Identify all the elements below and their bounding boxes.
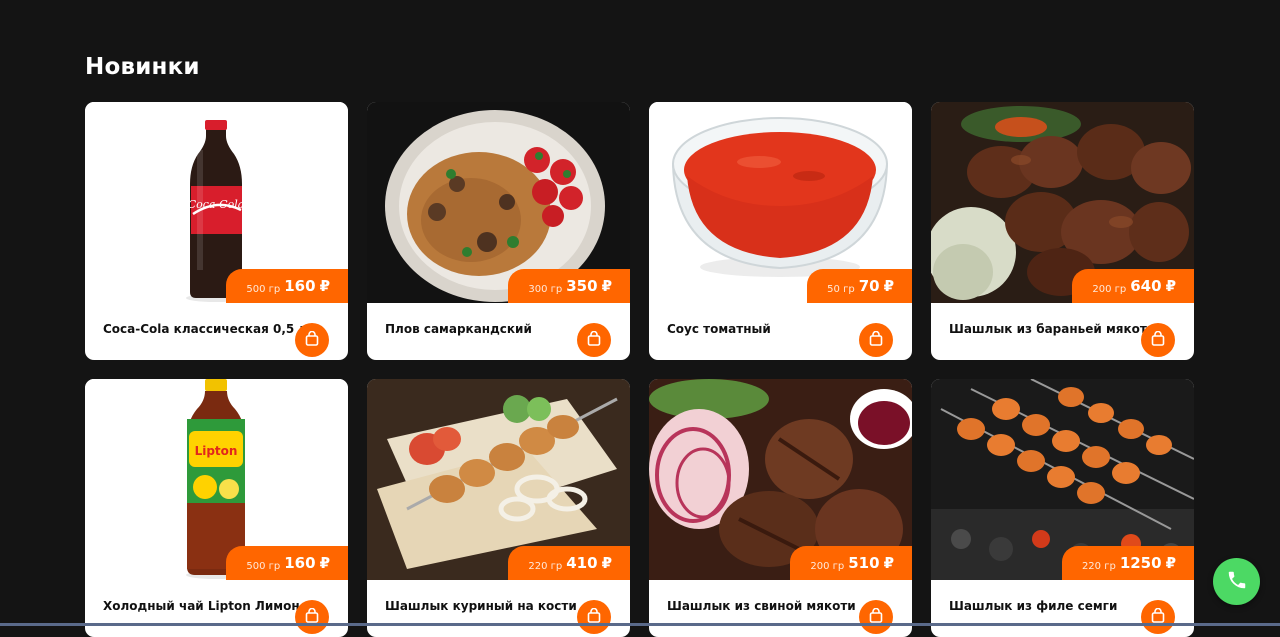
- product-card[interactable]: 300 гр 350 ₽ Плов самаркандский: [367, 102, 630, 360]
- price-tag: 220 гр 410 ₽: [508, 546, 630, 580]
- product-weight: 200 гр: [810, 561, 845, 572]
- product-card[interactable]: Coca-Cola 500 гр 160 ₽ Coca-Cola классич…: [85, 102, 348, 360]
- add-to-cart-button[interactable]: [1141, 600, 1175, 634]
- product-card[interactable]: 50 гр 70 ₽ Соус томатный: [649, 102, 912, 360]
- product-weight: 220 гр: [528, 561, 563, 572]
- product-card[interactable]: 220 гр 1250 ₽ Шашлык из филе семги: [931, 379, 1194, 637]
- svg-text:Lipton: Lipton: [195, 444, 238, 458]
- product-card[interactable]: 200 гр 510 ₽ Шашлык из свиной мякоти: [649, 379, 912, 637]
- section-title: Новинки: [85, 54, 200, 80]
- product-price: 1250: [1119, 554, 1162, 572]
- product-name[interactable]: Шашлык из филе семги: [949, 599, 1139, 613]
- add-to-cart-button[interactable]: [577, 600, 611, 634]
- price-tag: 200 гр 510 ₽: [790, 546, 912, 580]
- product-grid: Coca-Cola 500 гр 160 ₽ Coca-Cola классич…: [85, 102, 1194, 637]
- shopping-bag-icon: [1151, 330, 1165, 350]
- product-price: 160: [284, 277, 316, 295]
- product-name[interactable]: Соус томатный: [667, 322, 857, 336]
- price-tag: 500 гр 160 ₽: [226, 269, 348, 303]
- product-weight: 300 гр: [528, 284, 563, 295]
- add-to-cart-button[interactable]: [295, 323, 329, 357]
- product-weight: 220 гр: [1081, 561, 1116, 572]
- price-tag: 220 гр 1250 ₽: [1061, 546, 1194, 580]
- shopping-bag-icon: [869, 330, 883, 350]
- product-card[interactable]: 220 гр 410 ₽ Шашлык куриный на кости: [367, 379, 630, 637]
- product-name[interactable]: Шашлык куриный на кости: [385, 599, 577, 613]
- currency-symbol: ₽: [1165, 554, 1176, 572]
- product-weight: 200 гр: [1092, 284, 1127, 295]
- product-card[interactable]: Lipton 500 гр 160 ₽ Холодный чай Lipton …: [85, 379, 348, 637]
- call-button[interactable]: [1213, 558, 1260, 605]
- shopping-bag-icon: [587, 330, 601, 350]
- currency-symbol: ₽: [601, 277, 612, 295]
- product-price: 640: [1130, 277, 1162, 295]
- product-name[interactable]: Холодный чай Lipton Лимон: [103, 599, 300, 613]
- currency-symbol: ₽: [601, 554, 612, 572]
- product-price: 510: [848, 554, 880, 572]
- product-name[interactable]: Шашлык из бараньей мякоти: [949, 322, 1155, 336]
- product-price: 70: [858, 277, 880, 295]
- add-to-cart-button[interactable]: [859, 600, 893, 634]
- price-tag: 50 гр 70 ₽: [807, 269, 912, 303]
- price-tag: 300 гр 350 ₽: [508, 269, 630, 303]
- currency-symbol: ₽: [319, 277, 330, 295]
- product-weight: 500 гр: [246, 561, 281, 572]
- product-card[interactable]: 200 гр 640 ₽ Шашлык из бараньей мякоти: [931, 102, 1194, 360]
- product-weight: 500 гр: [246, 284, 281, 295]
- add-to-cart-button[interactable]: [295, 600, 329, 634]
- product-name[interactable]: Coca-Cola классическая 0,5 л: [103, 322, 307, 336]
- add-to-cart-button[interactable]: [1141, 323, 1175, 357]
- product-name[interactable]: Шашлык из свиной мякоти: [667, 599, 857, 613]
- add-to-cart-button[interactable]: [577, 323, 611, 357]
- price-tag: 200 гр 640 ₽: [1072, 269, 1194, 303]
- currency-symbol: ₽: [883, 277, 894, 295]
- product-weight: 50 гр: [827, 284, 855, 295]
- product-name[interactable]: Плов самаркандский: [385, 322, 575, 336]
- add-to-cart-button[interactable]: [859, 323, 893, 357]
- shopping-bag-icon: [305, 330, 319, 350]
- currency-symbol: ₽: [319, 554, 330, 572]
- phone-icon: [1226, 569, 1248, 595]
- currency-symbol: ₽: [1165, 277, 1176, 295]
- product-price: 350: [566, 277, 598, 295]
- product-price: 160: [284, 554, 316, 572]
- currency-symbol: ₽: [883, 554, 894, 572]
- price-tag: 500 гр 160 ₽: [226, 546, 348, 580]
- svg-text:Coca-Cola: Coca-Cola: [188, 198, 245, 211]
- product-price: 410: [566, 554, 598, 572]
